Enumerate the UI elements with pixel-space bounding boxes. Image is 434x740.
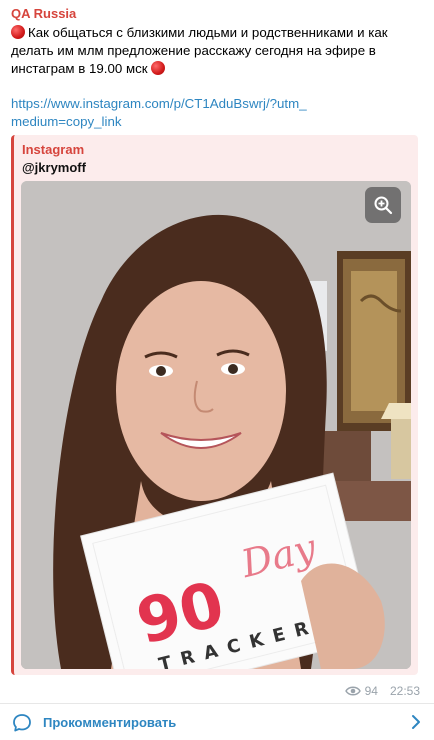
link-preview[interactable]: Instagram @jkrymoff 90 Day TRACKER (11, 135, 418, 675)
zoom-in-icon (374, 196, 393, 215)
channel-name[interactable]: QA Russia (11, 6, 76, 21)
comment-label: Прокомментировать (43, 715, 177, 730)
preview-photo[interactable]: 90 Day TRACKER (21, 181, 411, 669)
preview-site-name: Instagram (22, 142, 85, 157)
red-circle-icon (11, 25, 25, 39)
message-text: Как общаться с близкими людьми и родстве… (11, 24, 411, 78)
channel-message: QA Russia Как общаться с близкими людьми… (0, 0, 434, 740)
instagram-link[interactable]: https://www.instagram.com/p/CT1AduBswrj/… (11, 95, 311, 131)
red-circle-icon (150, 61, 165, 75)
photo-illustration: 90 Day TRACKER (21, 181, 411, 669)
message-meta: 94 22:53 (344, 684, 420, 698)
comment-bubble-icon (13, 714, 31, 732)
eye-icon (344, 686, 361, 696)
preview-handle: @jkrymoff (22, 160, 86, 175)
message-time: 22:53 (389, 684, 420, 698)
zoom-in-button[interactable] (365, 187, 401, 223)
view-count: 94 (364, 684, 378, 698)
comment-button[interactable]: Прокомментировать (0, 703, 434, 740)
chevron-right-icon (412, 715, 420, 729)
message-body: Как общаться с близкими людьми и родстве… (11, 25, 388, 76)
